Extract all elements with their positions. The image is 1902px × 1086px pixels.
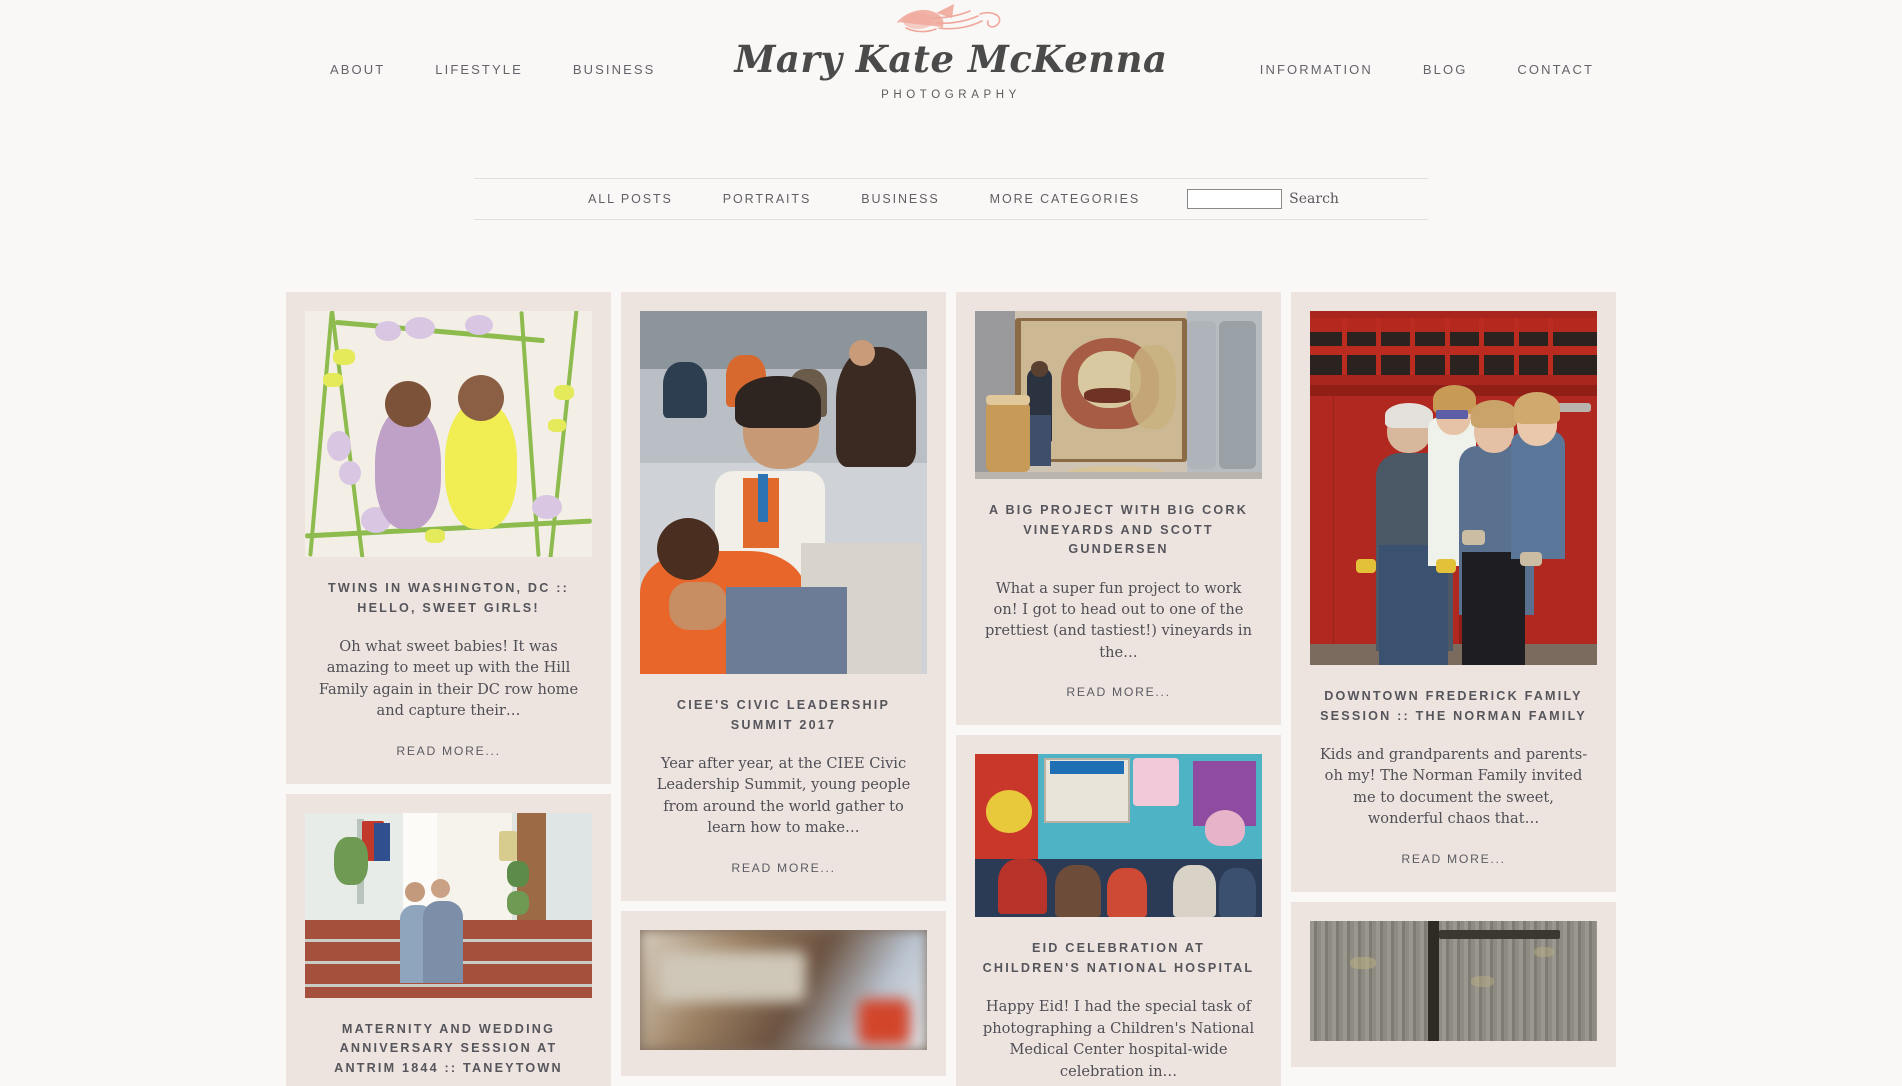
newborn-twins-photo	[305, 311, 592, 557]
post-card[interactable]: TWINS IN WASHINGTON, DC :: HELLO, SWEET …	[286, 292, 611, 784]
post-title[interactable]: MATERNITY AND WEDDING ANNIVERSARY SESSIO…	[312, 1020, 585, 1079]
post-excerpt: Happy Eid! I had the special task of pho…	[982, 998, 1255, 1080]
grid-column-4: DOWNTOWN FREDERICK FAMILY SESSION :: THE…	[1291, 292, 1616, 1086]
ciee-summit-photo	[640, 311, 927, 674]
post-card[interactable]: A BIG PROJECT WITH BIG CORK VINEYARDS AN…	[956, 292, 1281, 726]
post-grid: TWINS IN WASHINGTON, DC :: HELLO, SWEET …	[286, 292, 1616, 1086]
logo-tagline: PHOTOGRAPHY	[881, 88, 1021, 101]
read-more-link[interactable]: READ MORE...	[1317, 852, 1590, 866]
post-thumbnail[interactable]	[640, 929, 927, 1050]
grid-column-3: A BIG PROJECT WITH BIG CORK VINEYARDS AN…	[956, 292, 1281, 1086]
search-input[interactable]	[1187, 189, 1283, 209]
post-card[interactable]: CIEE'S CIVIC LEADERSHIP SUMMIT 2017 Year…	[621, 292, 946, 901]
category-more-categories[interactable]: MORE CATEGORIES	[965, 192, 1166, 206]
post-excerpt: Kids and grandparents and parents- oh my…	[1319, 746, 1588, 828]
category-filter-bar: ALL POSTS PORTRAITS BUSINESS MORE CATEGO…	[474, 178, 1428, 220]
big-cork-vineyards-photo	[975, 311, 1262, 479]
post-thumbnail[interactable]	[975, 754, 1262, 918]
search-label: Search	[1289, 191, 1339, 207]
post-title[interactable]: DOWNTOWN FREDERICK FAMILY SESSION :: THE…	[1317, 687, 1590, 726]
blurred-detail-photo	[640, 929, 927, 1050]
read-more-link[interactable]: READ MORE...	[982, 685, 1255, 699]
nav-item-lifestyle[interactable]: LIFESTYLE	[410, 62, 548, 77]
post-title[interactable]: A BIG PROJECT WITH BIG CORK VINEYARDS AN…	[982, 501, 1255, 560]
primary-nav-left: ABOUT LIFESTYLE BUSINESS	[305, 62, 680, 77]
post-thumbnail[interactable]	[305, 812, 592, 998]
post-thumbnail[interactable]	[1310, 311, 1597, 665]
category-business[interactable]: BUSINESS	[836, 192, 964, 206]
grid-column-2: CIEE'S CIVIC LEADERSHIP SUMMIT 2017 Year…	[621, 292, 946, 1086]
category-all-posts[interactable]: ALL POSTS	[563, 192, 698, 206]
read-more-link[interactable]: READ MORE...	[312, 744, 585, 758]
post-title[interactable]: EID CELEBRATION AT CHILDREN'S NATIONAL H…	[982, 939, 1255, 978]
post-card[interactable]	[621, 910, 946, 1076]
nav-item-contact[interactable]: CONTACT	[1492, 62, 1619, 77]
nav-item-blog[interactable]: BLOG	[1398, 62, 1493, 77]
post-thumbnail[interactable]	[1310, 920, 1597, 1041]
nav-item-business[interactable]: BUSINESS	[548, 62, 681, 77]
read-more-link[interactable]: READ MORE...	[647, 861, 920, 875]
logo-wordmark: Mary Kate McKenna	[734, 37, 1168, 81]
post-title[interactable]: CIEE'S CIVIC LEADERSHIP SUMMIT 2017	[647, 696, 920, 735]
category-portraits[interactable]: PORTRAITS	[698, 192, 836, 206]
weathered-barn-doors-photo	[1310, 920, 1597, 1041]
grid-column-1: TWINS IN WASHINGTON, DC :: HELLO, SWEET …	[286, 292, 611, 1086]
post-card[interactable]: EID CELEBRATION AT CHILDREN'S NATIONAL H…	[956, 735, 1281, 1086]
post-excerpt: Year after year, at the CIEE Civic Leade…	[656, 755, 911, 837]
site-logo[interactable]: Mary Kate McKenna PHOTOGRAPHY	[691, 2, 1211, 101]
couple-on-porch-photo	[305, 812, 592, 998]
eid-celebration-photo	[975, 754, 1262, 918]
nav-item-about[interactable]: ABOUT	[305, 62, 410, 77]
primary-nav-right: INFORMATION BLOG CONTACT	[1235, 62, 1619, 77]
post-excerpt: What a super fun project to work on! I g…	[985, 579, 1252, 661]
family-red-barn-photo	[1310, 311, 1597, 665]
post-thumbnail[interactable]	[640, 311, 927, 674]
post-excerpt: Oh what sweet babies! It was amazing to …	[318, 638, 579, 720]
post-thumbnail[interactable]	[305, 311, 592, 557]
post-card[interactable]: DOWNTOWN FREDERICK FAMILY SESSION :: THE…	[1291, 292, 1616, 892]
post-card[interactable]	[1291, 901, 1616, 1067]
search-form: Search	[1187, 189, 1339, 209]
post-thumbnail[interactable]	[975, 311, 1262, 479]
post-card[interactable]: MATERNITY AND WEDDING ANNIVERSARY SESSIO…	[286, 793, 611, 1086]
post-title[interactable]: TWINS IN WASHINGTON, DC :: HELLO, SWEET …	[312, 579, 585, 618]
nav-item-information[interactable]: INFORMATION	[1235, 62, 1398, 77]
site-header: Mary Kate McKenna PHOTOGRAPHY ABOUT LIFE…	[0, 0, 1902, 140]
